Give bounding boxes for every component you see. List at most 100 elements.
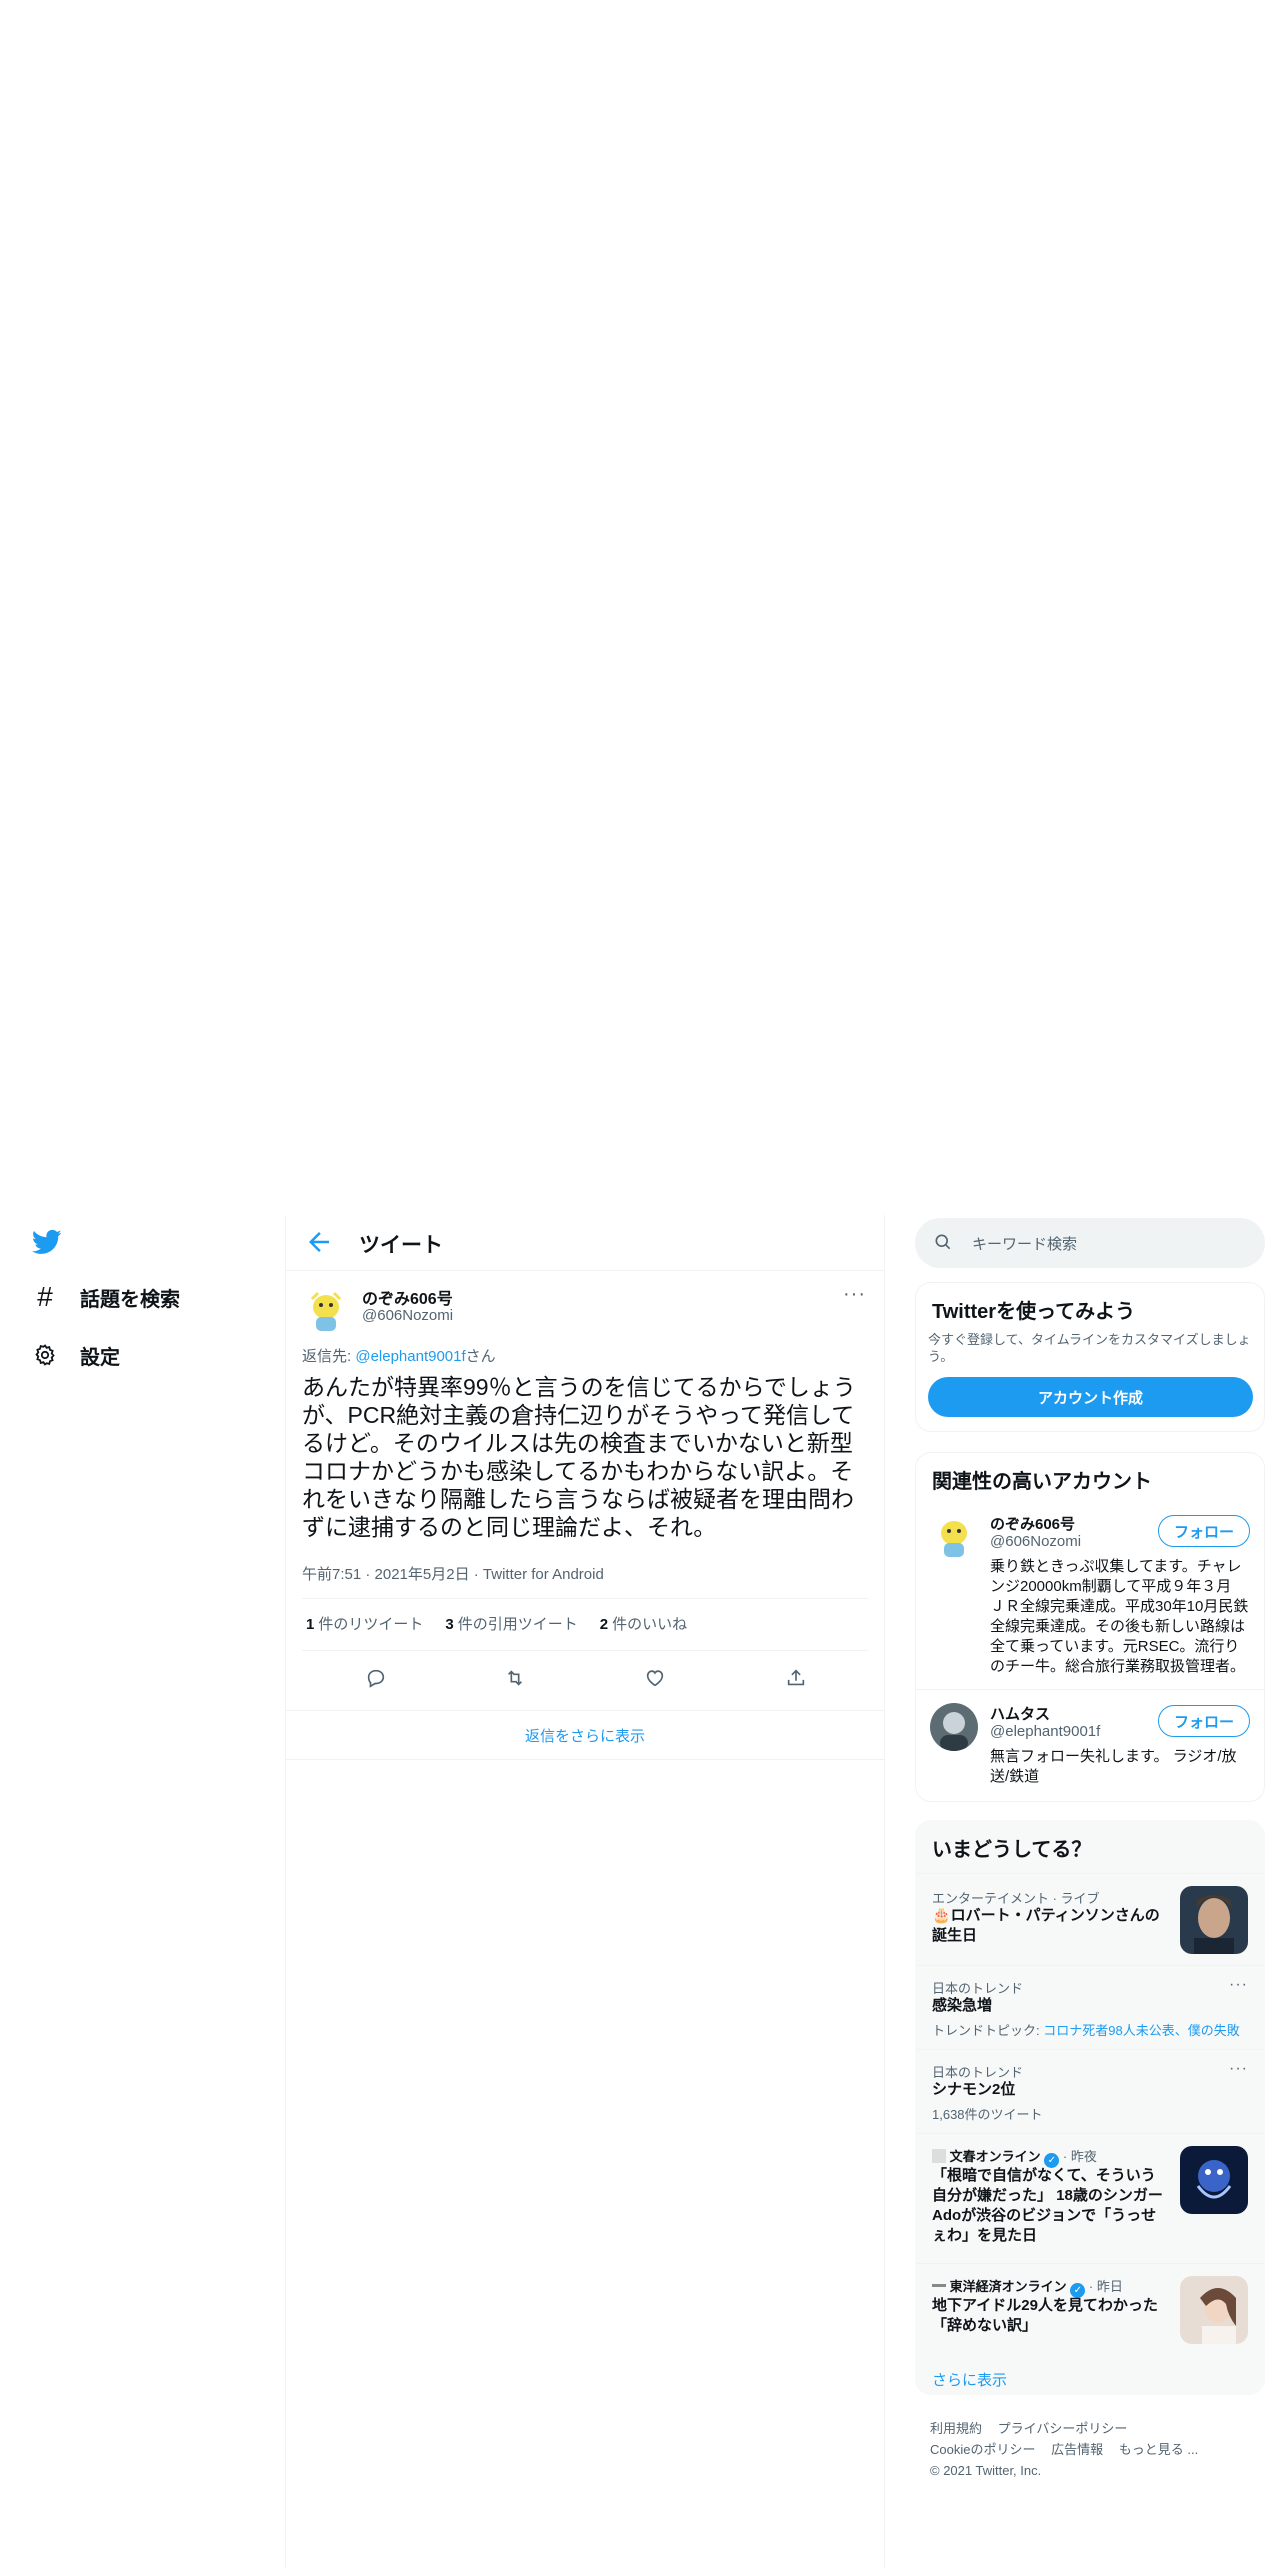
reply-to-suffix: さん	[465, 1348, 496, 1365]
reply-to-line: 返信先: @elephant9001fさん	[302, 1345, 496, 1366]
source-logo-icon	[932, 2284, 946, 2287]
nav-explore[interactable]: # 話題を検索	[30, 1277, 180, 1317]
follow-button[interactable]: フォロー	[1158, 1515, 1250, 1547]
footer: 利用規約 プライバシーポリシー Cookieのポリシー 広告情報 もっと見る .…	[930, 2418, 1250, 2481]
trend-context: 日本のトレンド	[932, 1981, 1024, 1996]
nav-settings[interactable]: 設定	[30, 1335, 120, 1375]
header-bar: ツイート	[286, 1215, 884, 1271]
retweet-count: 1	[306, 1616, 315, 1633]
trend-thumbnail	[1180, 1886, 1248, 1954]
related-accounts-card: 関連性の高いアカウント のぞみ606号 @606Nozomi フォロー 乗り鉄と…	[915, 1452, 1265, 1802]
quote-count: 3	[445, 1616, 454, 1633]
like-icon[interactable]	[637, 1660, 673, 1696]
create-account-button[interactable]: アカウント作成	[928, 1377, 1253, 1417]
tweet-stats: 1 件のリツイート 3 件の引用ツイート 2 件のいいね	[306, 1613, 687, 1634]
trend-subtopic-prefix: トレンドトピック:	[932, 2023, 1044, 2038]
more-options-icon[interactable]: ···	[843, 1283, 866, 1306]
twitter-logo-icon[interactable]	[30, 1227, 64, 1257]
quote-count-link[interactable]: 3 件の引用ツイート	[445, 1613, 577, 1634]
nav-explore-label: 話題を検索	[80, 1288, 180, 1311]
trend-thumbnail	[1180, 2276, 1248, 2344]
tweet-text: あんたが特異率99％と言うのを信じてるからでしょうが、PCR絶対主義の倉持仁辺り…	[302, 1374, 856, 1540]
trend-title: 地下アイドル29人を見てわかった「辞めない訳」	[932, 2297, 1158, 2334]
page-title: ツイート	[359, 1234, 443, 1257]
signup-card: Twitterを使ってみよう 今すぐ登録して、タイムラインをカスタマイズしましょ…	[915, 1282, 1265, 1432]
signup-title: Twitterを使ってみよう	[932, 1301, 1136, 1323]
search-box[interactable]: キーワード検索	[915, 1218, 1265, 1268]
account-avatar[interactable]	[930, 1703, 978, 1751]
trend-title: 「根暗で自信がなくて、そういう自分が嫌だった」 18歳のシンガーAdoが渋谷のビ…	[932, 2167, 1163, 2244]
trends-card: いまどうしてる？ エンターテイメント · ライブ 🎂ロバート・パティンソンさんの…	[915, 1820, 1265, 2395]
like-count-link[interactable]: 2 件のいいね	[600, 1613, 687, 1634]
account-handle[interactable]: @elephant9001f	[990, 1723, 1100, 1740]
account-bio: 無言フォロー失礼します。 ラジオ/放送/鉄道	[990, 1748, 1237, 1785]
account-avatar[interactable]	[930, 1513, 978, 1561]
search-placeholder[interactable]: キーワード検索	[972, 1233, 1077, 1254]
trend-title: シナモン2位	[932, 2081, 1016, 2098]
divider	[916, 1689, 1264, 1690]
hash-icon: #	[37, 1281, 53, 1312]
footer-link-ads[interactable]: 広告情報	[1051, 2442, 1103, 2457]
follow-button[interactable]: フォロー	[1158, 1705, 1250, 1737]
trends-title: いまどうしてる？	[932, 1839, 1092, 1861]
trend-item[interactable]: エンターテイメント · ライブ 🎂ロバート・パティンソンさんの誕生日	[916, 1873, 1264, 1965]
account-bio: 乗り鉄ときっぷ収集してます。チャレンジ20000km制覇して平成９年３月 ＪＲ全…	[990, 1558, 1249, 1675]
trend-context: 日本のトレンド	[932, 2065, 1024, 2080]
more-icon[interactable]: ···	[1229, 2060, 1248, 2078]
back-arrow-icon[interactable]	[304, 1227, 334, 1257]
more-icon[interactable]: ···	[1229, 1976, 1248, 1994]
news-time: · 昨日	[1085, 2279, 1123, 2294]
main-column: ツイート のぞみ606号 @606Nozomi ··· 返信先: @elepha…	[285, 1215, 885, 2568]
trend-subtopic-link[interactable]: コロナ死者98人未公表、僕の失敗	[1043, 2023, 1239, 2038]
trend-thumbnail	[1180, 2146, 1248, 2214]
account-name[interactable]: ハムタス	[990, 1703, 1050, 1724]
show-more-replies-button[interactable]: 返信をさらに表示	[286, 1710, 884, 1760]
related-title: 関連性の高いアカウント	[932, 1471, 1152, 1493]
show-more-trends-link[interactable]: さらに表示	[932, 2369, 1007, 2390]
divider	[302, 1650, 868, 1651]
like-label: 件のいいね	[612, 1616, 688, 1633]
retweet-count-link[interactable]: 1 件のリツイート	[306, 1613, 423, 1634]
source-name: 東洋経済オンライン	[949, 2279, 1067, 2294]
footer-link-more[interactable]: もっと見る ...	[1119, 2442, 1198, 2457]
account-item[interactable]: のぞみ606号 @606Nozomi フォロー 乗り鉄ときっぷ収集してます。チャ…	[916, 1513, 1264, 1683]
reply-to-link[interactable]: @elephant9001f	[355, 1348, 465, 1365]
source-name: 文春オンライン	[949, 2149, 1041, 2164]
news-source: 東洋経済オンライン ✓ · 昨日	[932, 2276, 1123, 2298]
trend-subtopic: トレンドトピック: コロナ死者98人未公表、僕の失敗	[932, 2020, 1240, 2039]
trend-item[interactable]: 日本のトレンド ··· 感染急増 トレンドトピック: コロナ死者98人未公表、僕…	[916, 1965, 1264, 2049]
account-handle[interactable]: @606Nozomi	[990, 1533, 1081, 1550]
trend-tweet-count: 1,638件のツイート	[932, 2107, 1043, 2122]
trend-item[interactable]: 文春オンライン ✓ · 昨夜 「根暗で自信がなくて、そういう自分が嫌だった」 1…	[916, 2133, 1264, 2263]
reply-to-prefix: 返信先:	[302, 1348, 356, 1365]
retweet-icon[interactable]	[497, 1660, 533, 1696]
tweet-actions	[286, 1660, 884, 1700]
footer-link-cookies[interactable]: Cookieのポリシー	[930, 2442, 1035, 2457]
tweet-meta[interactable]: 午前7:51 · 2021年5月2日 · Twitter for Android	[302, 1563, 604, 1584]
gear-icon	[30, 1340, 60, 1370]
retweet-label: 件のリツイート	[318, 1616, 424, 1633]
footer-link-privacy[interactable]: プライバシーポリシー	[998, 2421, 1128, 2436]
copyright: © 2021 Twitter, Inc.	[930, 2463, 1042, 2478]
share-icon[interactable]	[778, 1660, 814, 1696]
trend-item[interactable]: 東洋経済オンライン ✓ · 昨日 地下アイドル29人を見てわかった「辞めない訳」	[916, 2263, 1264, 2355]
author-avatar[interactable]	[302, 1287, 350, 1335]
author-handle[interactable]: @606Nozomi	[362, 1307, 453, 1324]
search-icon	[933, 1232, 953, 1257]
source-logo-icon	[932, 2149, 946, 2163]
quote-label: 件の引用ツイート	[457, 1616, 578, 1633]
trend-context: エンターテイメント · ライブ	[932, 1891, 1100, 1906]
like-count: 2	[599, 1616, 609, 1633]
signup-description: 今すぐ登録して、タイムラインをカスタマイズしましょう。	[928, 1332, 1251, 1364]
reply-icon[interactable]	[358, 1660, 394, 1696]
news-source: 文春オンライン ✓ · 昨夜	[932, 2146, 1097, 2168]
account-item[interactable]: ハムタス @elephant9001f フォロー 無言フォロー失礼します。 ラジ…	[916, 1703, 1264, 1793]
account-name[interactable]: のぞみ606号	[990, 1513, 1075, 1534]
trend-title: 🎂ロバート・パティンソンさんの誕生日	[932, 1907, 1160, 1944]
news-time: · 昨夜	[1059, 2149, 1097, 2164]
divider	[302, 1598, 868, 1599]
trend-title: 感染急増	[932, 1997, 993, 2014]
trend-item[interactable]: 日本のトレンド ··· シナモン2位 1,638件のツイート	[916, 2049, 1264, 2133]
author-name[interactable]: のぞみ606号	[362, 1285, 453, 1309]
footer-link-terms[interactable]: 利用規約	[930, 2421, 982, 2436]
